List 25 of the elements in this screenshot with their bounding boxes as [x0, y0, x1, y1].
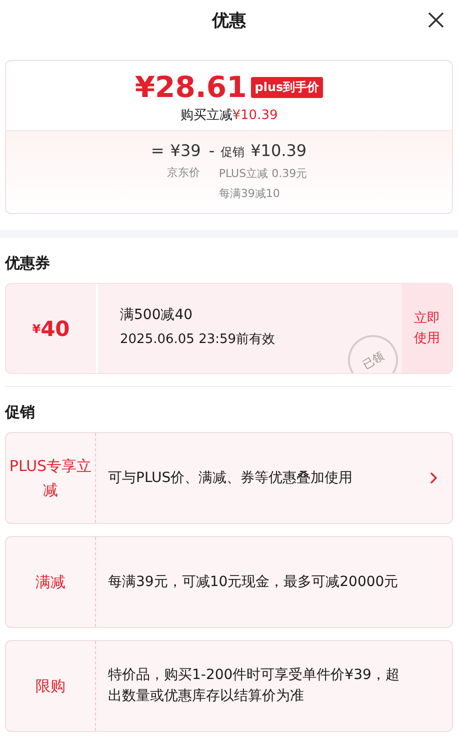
promotion-description: 特价品，购买1-200件时可享受单件价¥39，超出数量或优惠库存以结算价为准: [108, 666, 400, 706]
coupon-condition: 满500减40: [120, 306, 194, 324]
operator-sign: -: [208, 141, 215, 160]
use-now-button[interactable]: 立即使用: [402, 284, 452, 373]
promotion-label: PLUS专享立减: [6, 433, 96, 523]
promotion-label: 限购: [6, 641, 96, 731]
promotion-description: 可与PLUS价、满减、券等优惠叠加使用: [108, 468, 354, 488]
promotion-label: 满减: [6, 537, 96, 627]
promotion-description: 每满39元，可减10元现金，最多可减20000元: [108, 572, 400, 592]
breakdown-value: ¥39: [170, 141, 201, 160]
chevron-right-icon[interactable]: [428, 471, 438, 485]
saving-text: 购买立减¥10.39: [180, 107, 278, 124]
dialog-title: 优惠: [212, 10, 246, 32]
breakdown-note: PLUS立减 0.39元: [218, 166, 308, 181]
coupon-amount: ¥40: [6, 284, 98, 373]
operator-sign: =: [150, 141, 164, 160]
coupon-validity: 2025.06.05 23:59前有效: [120, 331, 276, 348]
breakdown-value: ¥10.39: [250, 141, 307, 160]
breakdown-note: 每满39减10: [218, 186, 281, 201]
final-price: ¥28.61: [134, 73, 247, 102]
section-title: 优惠券: [4, 253, 51, 274]
section-title: 促销: [4, 402, 36, 423]
breakdown-note: 京东价: [166, 165, 201, 180]
breakdown-label: 促销: [220, 144, 245, 161]
price-badge: plus到手价: [250, 77, 324, 98]
